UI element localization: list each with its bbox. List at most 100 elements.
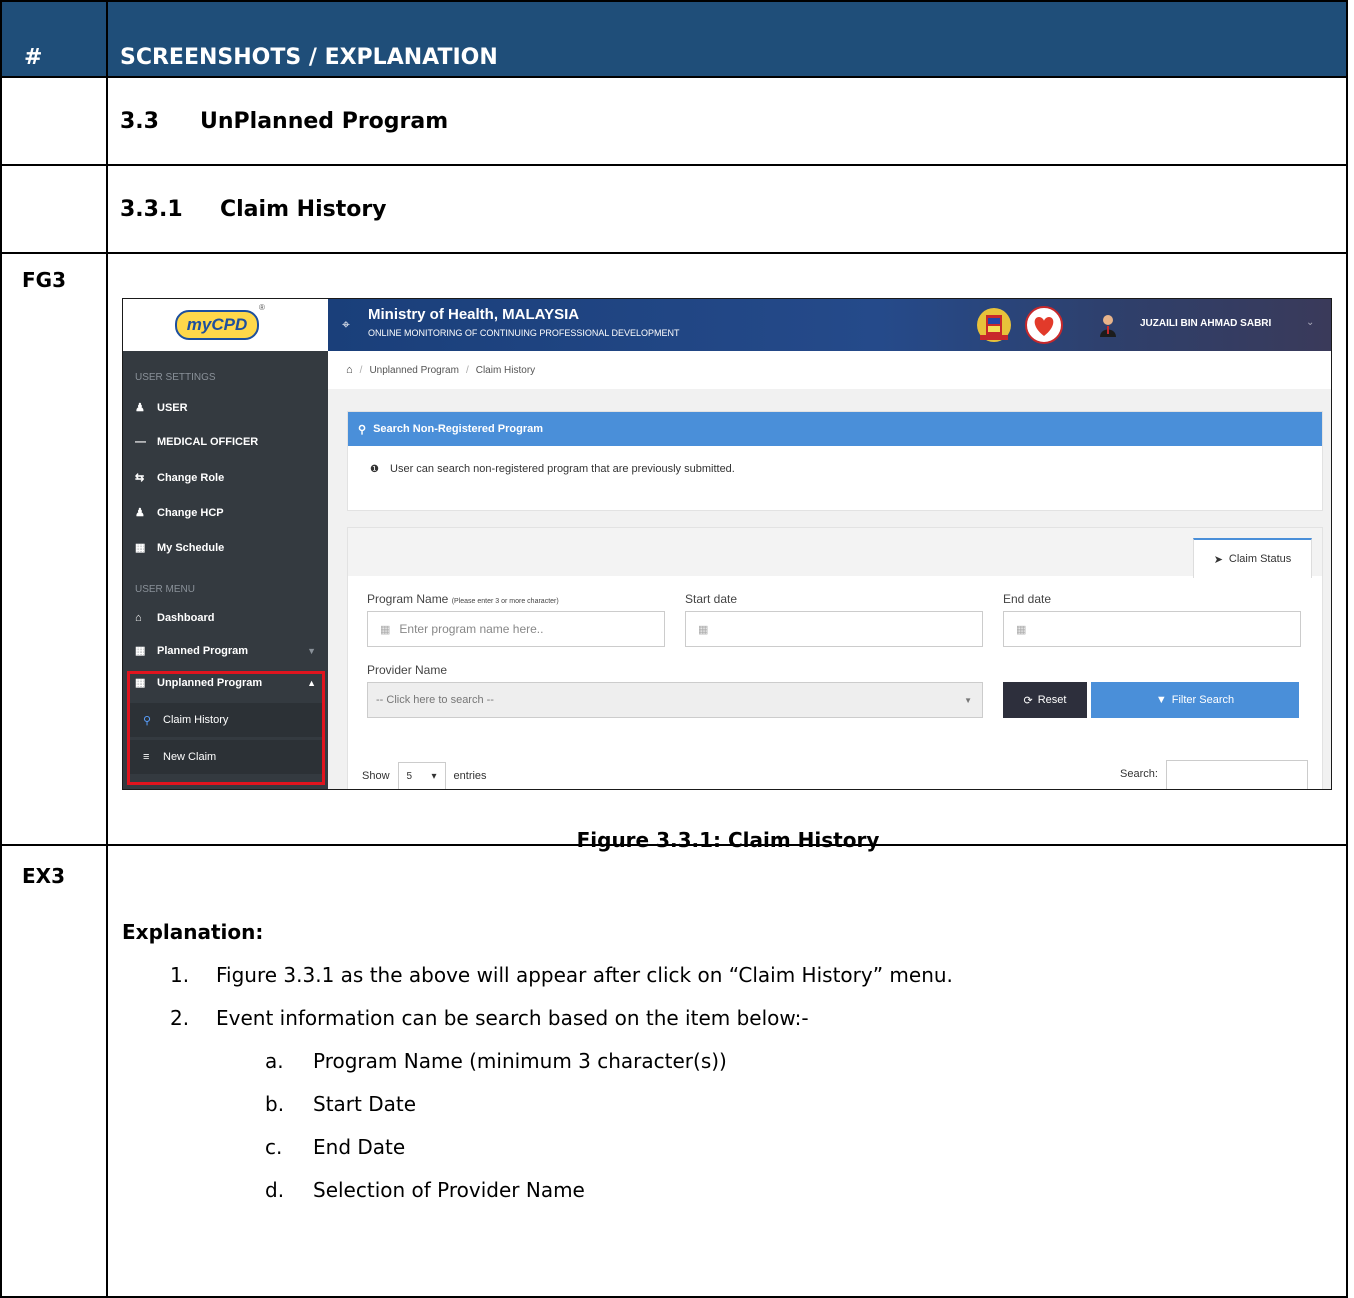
program-name-label-text: Program Name bbox=[367, 592, 449, 606]
explanation-subitem-a: a. Program Name (minimum 3 character(s)) bbox=[265, 1049, 727, 1073]
panel-title: Search Non-Registered Program bbox=[373, 423, 543, 435]
reset-button[interactable]: ⟳ Reset bbox=[1003, 682, 1087, 718]
breadcrumb-separator: / bbox=[359, 364, 363, 376]
tab-bar: ➤ Claim Status bbox=[348, 528, 1322, 578]
sidebar-item-planned-program[interactable]: ▦ Planned Program ▼ bbox=[135, 644, 320, 658]
item-marker: b. bbox=[265, 1092, 285, 1116]
figure-row-label: FG3 bbox=[0, 252, 108, 846]
item-marker: d. bbox=[265, 1178, 285, 1202]
item-text: Figure 3.3.1 as the above will appear af… bbox=[216, 963, 953, 987]
panel-body: ❶ User can search non-registered program… bbox=[348, 446, 1322, 475]
entries-value: 5 bbox=[406, 770, 413, 782]
sidebar-item-label: MEDICAL OFFICER bbox=[157, 436, 259, 448]
search-form-panel: ➤ Claim Status Program Name (Please ente… bbox=[347, 527, 1323, 789]
entries-control: Show 5 ▾ entries bbox=[362, 762, 487, 789]
sidebar-item-change-hcp[interactable]: ♟ Change HCP bbox=[135, 506, 320, 520]
reset-label: Reset bbox=[1037, 694, 1067, 706]
sidebar-item-label: Change Role bbox=[157, 471, 225, 484]
breadcrumb: ⌂ / Unplanned Program / Claim History bbox=[328, 351, 1331, 389]
tab-claim-status[interactable]: ➤ Claim Status bbox=[1193, 538, 1312, 578]
provider-name-label: Provider Name bbox=[367, 663, 448, 677]
calendar-icon: ▦ bbox=[1016, 623, 1027, 636]
search-info-panel: ⚲ Search Non-Registered Program ❶ User c… bbox=[347, 411, 1323, 511]
calendar-icon: ▦ bbox=[135, 645, 146, 657]
sidebar-item-dashboard[interactable]: ⌂ Dashboard bbox=[135, 612, 320, 624]
header-num: # bbox=[0, 0, 108, 78]
header-title: SCREENSHOTS / EXPLANATION bbox=[106, 0, 1348, 78]
program-name-hint: (Please enter 3 or more character) bbox=[451, 598, 559, 605]
sidebar-section-user-menu: USER MENU bbox=[135, 584, 196, 595]
mycpd-logo: myCPD bbox=[175, 310, 259, 340]
calendar-icon: ▦ bbox=[698, 623, 709, 636]
program-name-label: Program Name (Please enter 3 or more cha… bbox=[367, 592, 559, 606]
sidebar-item-label: Change HCP bbox=[157, 506, 224, 519]
provider-placeholder: -- Click here to search -- bbox=[376, 694, 494, 706]
app-screenshot: myCPD ® USER SETTINGS ♟ USER — MEDICAL OFF… bbox=[122, 298, 1332, 790]
highlight-box bbox=[127, 671, 325, 785]
explanation-title: Explanation: bbox=[122, 920, 264, 944]
table-search-input[interactable] bbox=[1166, 760, 1308, 789]
end-date-input[interactable]: ▦ bbox=[1003, 611, 1301, 647]
panel-header: ⚲ Search Non-Registered Program bbox=[348, 412, 1322, 446]
user-tie-icon: ♟ bbox=[135, 507, 145, 519]
refresh-icon: ⟳ bbox=[1023, 694, 1033, 707]
explanation-subitem-b: b. Start Date bbox=[265, 1092, 416, 1116]
sidebar: myCPD ® USER SETTINGS ♟ USER — MEDICAL OFF… bbox=[123, 299, 328, 789]
chevron-down-icon: ▾ bbox=[431, 770, 437, 782]
section-title: UnPlanned Program bbox=[200, 108, 449, 134]
header-title: Ministry of Health, MALAYSIA bbox=[368, 306, 580, 323]
logo-area[interactable]: myCPD ® bbox=[123, 299, 328, 351]
menu-toggle-icon[interactable]: ⌖ bbox=[342, 316, 350, 333]
section-heading: 3.3 UnPlanned Program bbox=[106, 76, 1348, 166]
sidebar-item-label: My Schedule bbox=[157, 541, 225, 554]
program-name-input[interactable]: ▦ Enter program name here.. bbox=[367, 611, 665, 647]
entries-select[interactable]: 5 ▾ bbox=[397, 762, 446, 789]
calendar-icon: ▦ bbox=[135, 542, 146, 554]
sidebar-item-my-schedule[interactable]: ▦ My Schedule bbox=[135, 541, 320, 555]
end-date-label: End date bbox=[1003, 592, 1052, 606]
start-date-label: Start date bbox=[685, 592, 738, 606]
calendar-icon: ▦ bbox=[380, 623, 391, 636]
explanation-row-label: EX3 bbox=[0, 844, 108, 1298]
sidebar-section-user-settings: USER SETTINGS bbox=[135, 372, 216, 383]
explanation-item-2: 2. Event information can be search based… bbox=[170, 1006, 809, 1030]
filter-search-button[interactable]: ▼ Filter Search bbox=[1091, 682, 1299, 718]
chevron-down-icon[interactable]: ⌄ bbox=[1306, 317, 1314, 328]
sidebar-item-medical-officer[interactable]: — MEDICAL OFFICER bbox=[135, 436, 320, 448]
item-text: Start Date bbox=[313, 1092, 417, 1116]
paper-plane-icon: ➤ bbox=[1213, 553, 1223, 566]
show-label: Show bbox=[362, 770, 390, 782]
start-date-input[interactable]: ▦ bbox=[685, 611, 983, 647]
user-icon: ♟ bbox=[135, 402, 145, 414]
entries-label: entries bbox=[453, 770, 487, 782]
filter-icon: ▼ bbox=[1155, 694, 1167, 706]
minus-icon: — bbox=[135, 436, 146, 448]
header-subtitle: ONLINE MONITORING OF CONTINUING PROFESSI… bbox=[368, 328, 680, 338]
subsection-heading: 3.3.1 Claim History bbox=[106, 164, 1348, 254]
username[interactable]: JUZAILI BIN AHMAD SABRI bbox=[1140, 318, 1271, 329]
breadcrumb-unplanned-program[interactable]: Unplanned Program bbox=[369, 365, 459, 376]
avatar[interactable] bbox=[1098, 313, 1118, 337]
chevron-down-icon: ▼ bbox=[307, 645, 316, 656]
subsection-number: 3.3.1 bbox=[120, 196, 183, 222]
sidebar-item-change-role[interactable]: ⇆ Change Role bbox=[135, 471, 320, 485]
provider-name-select[interactable]: -- Click here to search -- ▼ bbox=[367, 682, 983, 718]
sidebar-item-label: USER bbox=[157, 401, 188, 414]
section-row: 3.3 UnPlanned Program bbox=[0, 76, 1348, 166]
table-header-row: # SCREENSHOTS / EXPLANATION bbox=[0, 0, 1348, 78]
home-icon[interactable]: ⌂ bbox=[328, 364, 353, 376]
info-text: User can search non-registered program t… bbox=[390, 463, 735, 475]
info-icon: ❶ bbox=[370, 464, 379, 475]
item-text: Program Name (minimum 3 character(s)) bbox=[313, 1049, 727, 1073]
top-header: ⌖ Ministry of Health, MALAYSIA ONLINE MO… bbox=[328, 299, 1331, 351]
subsection-title: Claim History bbox=[220, 196, 387, 222]
sidebar-item-label: Planned Program bbox=[157, 644, 249, 657]
sidebar-item-label: Dashboard bbox=[157, 612, 215, 624]
section-number: 3.3 bbox=[120, 108, 159, 134]
item-marker: 1. bbox=[170, 963, 190, 987]
item-marker: 2. bbox=[170, 1006, 190, 1030]
search-icon: ⚲ bbox=[358, 423, 367, 436]
breadcrumb-separator: / bbox=[465, 364, 469, 376]
sidebar-item-user[interactable]: ♟ USER bbox=[135, 401, 320, 415]
subsection-row: 3.3.1 Claim History bbox=[0, 164, 1348, 254]
